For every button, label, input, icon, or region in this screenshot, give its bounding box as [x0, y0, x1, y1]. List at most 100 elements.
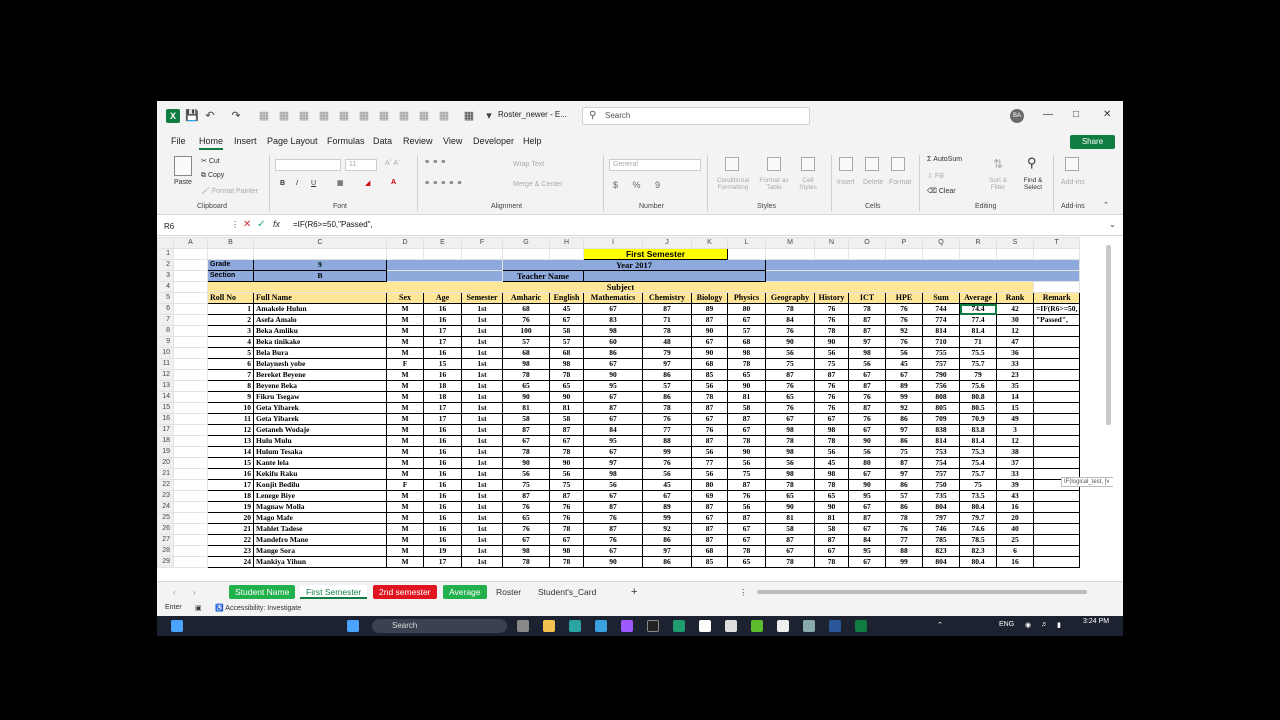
- data-cell[interactable]: 99: [642, 512, 692, 524]
- data-cell[interactable]: 20: [207, 512, 254, 524]
- data-cell[interactable]: 12: [996, 325, 1034, 337]
- data-cell[interactable]: 87: [691, 402, 728, 414]
- data-cell[interactable]: 97: [583, 457, 643, 469]
- format-button[interactable]: Format: [889, 179, 911, 186]
- data-cell[interactable]: M: [386, 457, 424, 469]
- data-cell[interactable]: 75: [959, 479, 997, 491]
- volume-icon[interactable]: ♬: [1041, 621, 1048, 628]
- data-cell[interactable]: 86: [642, 369, 692, 381]
- data-cell[interactable]: Beyene Beka: [253, 380, 387, 392]
- battery-icon[interactable]: ▮: [1057, 621, 1061, 629]
- data-cell[interactable]: 92: [885, 402, 923, 414]
- data-cell[interactable]: 82.3: [959, 545, 997, 557]
- data-cell[interactable]: Konjit Bedilu: [253, 479, 387, 491]
- data-cell[interactable]: 78: [549, 446, 584, 458]
- data-cell[interactable]: M: [386, 314, 424, 326]
- data-cell[interactable]: 1st: [461, 523, 503, 535]
- data-cell[interactable]: 56: [583, 479, 643, 491]
- data-cell[interactable]: 6: [207, 358, 254, 370]
- data-cell[interactable]: F: [386, 358, 424, 370]
- data-cell[interactable]: Mange Sora: [253, 545, 387, 557]
- data-cell[interactable]: 86: [885, 501, 923, 513]
- data-cell[interactable]: 58: [502, 413, 550, 425]
- data-cell[interactable]: Belaynesh yobe: [253, 358, 387, 370]
- data-cell[interactable]: 17: [423, 336, 462, 348]
- data-cell[interactable]: 17: [207, 479, 254, 491]
- data-cell[interactable]: 12: [207, 424, 254, 436]
- save-icon[interactable]: 💾: [185, 109, 199, 123]
- remark-cell[interactable]: [1032, 512, 1081, 524]
- data-cell[interactable]: 97: [642, 358, 692, 370]
- data-cell[interactable]: 56: [765, 457, 815, 469]
- data-cell[interactable]: 1st: [461, 303, 503, 315]
- format-as-table-button[interactable]: Format as Table: [758, 177, 790, 191]
- data-cell[interactable]: 67: [691, 512, 728, 524]
- bold-icon[interactable]: B: [280, 180, 285, 187]
- align-top-icons[interactable]: ≡≡≡: [425, 159, 449, 166]
- data-cell[interactable]: 87: [848, 402, 886, 414]
- language-indicator[interactable]: ENG: [999, 621, 1014, 628]
- accessibility-status[interactable]: ♿ Accessibility: Investigate: [215, 604, 301, 612]
- namebox-dropdown-icon[interactable]: ⋮: [231, 220, 239, 229]
- row-header[interactable]: 15: [157, 402, 174, 414]
- data-cell[interactable]: 67: [885, 369, 923, 381]
- data-cell[interactable]: 56: [765, 347, 815, 359]
- autosum-button[interactable]: Σ AutoSum: [927, 156, 962, 163]
- data-cell[interactable]: 1st: [461, 347, 503, 359]
- data-cell[interactable]: 80.8: [959, 391, 997, 403]
- data-cell[interactable]: 790: [922, 369, 960, 381]
- data-cell[interactable]: 18: [423, 380, 462, 392]
- data-cell[interactable]: 45: [814, 457, 849, 469]
- data-cell[interactable]: 80: [691, 479, 728, 491]
- data-cell[interactable]: 16: [423, 347, 462, 359]
- redo-icon[interactable]: ↷: [229, 109, 243, 123]
- column-header-f[interactable]: F: [461, 237, 503, 249]
- data-cell[interactable]: 1st: [461, 314, 503, 326]
- cell[interactable]: [173, 446, 208, 458]
- data-cell[interactable]: 16: [423, 446, 462, 458]
- remark-cell[interactable]: [1032, 391, 1081, 403]
- column-title[interactable]: Age: [423, 292, 462, 304]
- avatar[interactable]: BA: [1010, 109, 1024, 123]
- excel-taskbar-icon[interactable]: [855, 620, 867, 632]
- data-cell[interactable]: 99: [642, 446, 692, 458]
- data-cell[interactable]: 87: [583, 501, 643, 513]
- data-cell[interactable]: 56: [642, 468, 692, 480]
- section-label[interactable]: Section: [207, 270, 254, 282]
- data-cell[interactable]: 76: [885, 523, 923, 535]
- data-cell[interactable]: Beka Amliku: [253, 325, 387, 337]
- row-header[interactable]: 18: [157, 435, 174, 447]
- cell[interactable]: [173, 402, 208, 414]
- data-cell[interactable]: F: [386, 479, 424, 491]
- data-cell[interactable]: 76: [814, 391, 849, 403]
- data-cell[interactable]: 86: [642, 391, 692, 403]
- data-cell[interactable]: 77: [691, 457, 728, 469]
- data-cell[interactable]: 77: [885, 534, 923, 546]
- data-cell[interactable]: 1st: [461, 325, 503, 337]
- cell[interactable]: [173, 248, 208, 260]
- data-cell[interactable]: 75.5: [959, 347, 997, 359]
- cell[interactable]: [173, 479, 208, 491]
- data-cell[interactable]: 76: [502, 314, 550, 326]
- column-title[interactable]: Mathematics: [583, 292, 643, 304]
- data-cell[interactable]: 19: [423, 545, 462, 557]
- data-cell[interactable]: 56: [814, 347, 849, 359]
- data-cell[interactable]: 75: [727, 468, 766, 480]
- row-header[interactable]: 2: [157, 259, 174, 271]
- data-cell[interactable]: 84: [848, 534, 886, 546]
- data-cell[interactable]: 80.4: [959, 501, 997, 513]
- data-cell[interactable]: 76: [583, 534, 643, 546]
- data-cell[interactable]: 756: [922, 380, 960, 392]
- data-cell[interactable]: 67: [549, 314, 584, 326]
- row-header[interactable]: 16: [157, 413, 174, 425]
- remark-edit-cell-continued[interactable]: "Passed",: [1032, 314, 1081, 326]
- fill-color-icon[interactable]: ◢: [365, 179, 370, 187]
- data-cell[interactable]: 21: [207, 523, 254, 535]
- font-grow-icon[interactable]: Aˆ Aˇ: [385, 160, 401, 167]
- data-cell[interactable]: 56: [691, 468, 728, 480]
- data-cell[interactable]: 2: [207, 314, 254, 326]
- undo-icon[interactable]: ↶: [203, 109, 217, 123]
- data-cell[interactable]: 86: [885, 479, 923, 491]
- data-cell[interactable]: 90: [848, 435, 886, 447]
- data-cell[interactable]: 74.6: [959, 523, 997, 535]
